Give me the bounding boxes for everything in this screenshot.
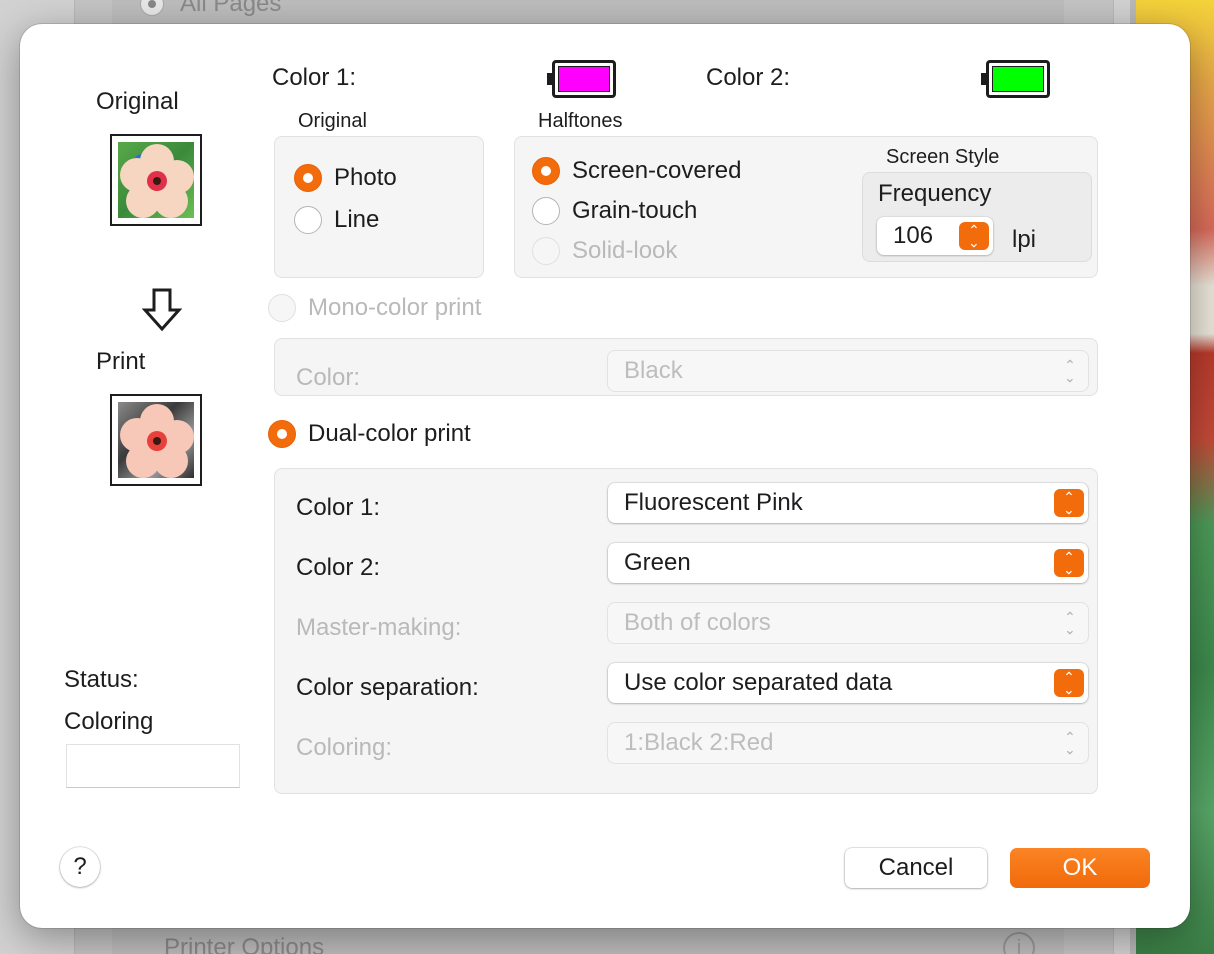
color1-swatch-label: Color 1: xyxy=(272,64,357,91)
grain-touch-radio-label: Grain-touch xyxy=(572,197,698,224)
color2-swatch-label: Color 2: xyxy=(706,64,791,91)
master-making-select: Both of colors ⌃ ⌃ xyxy=(608,603,1088,643)
screen-covered-radio-button[interactable] xyxy=(532,157,560,185)
solid-look-radio-button xyxy=(532,237,560,265)
mono-color-radio-button xyxy=(268,294,296,322)
frequency-value: 106 xyxy=(893,222,934,249)
line-radio-label: Line xyxy=(334,206,380,233)
original-thumbnail xyxy=(110,134,202,226)
frequency-stepper[interactable]: 106 ⌃ ⌃ xyxy=(877,217,993,255)
master-making-label: Master-making: xyxy=(296,614,462,641)
photo-radio-label: Photo xyxy=(334,164,397,191)
background-all-pages-label: All Pages xyxy=(180,0,282,17)
mono-color-select: Black ⌃ ⌃ xyxy=(608,351,1088,391)
frequency-unit: lpi xyxy=(1012,226,1037,253)
color-separation-select[interactable]: Use color separated data ⌃ ⌃ xyxy=(608,663,1088,703)
status-progress-field xyxy=(66,744,240,788)
screen-covered-radio[interactable]: Screen-covered xyxy=(532,157,741,185)
help-button[interactable]: ? xyxy=(60,847,100,887)
photo-radio-button[interactable] xyxy=(294,164,322,192)
print-preview-label: Print xyxy=(96,348,146,375)
mono-color-radio-label: Mono-color print xyxy=(308,294,482,321)
solid-look-radio: Solid-look xyxy=(532,237,677,265)
grain-touch-radio-button[interactable] xyxy=(532,197,560,225)
print-thumbnail xyxy=(110,394,202,486)
original-group-title: Original xyxy=(298,110,367,132)
line-radio[interactable]: Line xyxy=(294,206,379,234)
dual-color1-select-chevron-icon[interactable]: ⌃ ⌃ xyxy=(1054,489,1084,517)
screen-covered-radio-label: Screen-covered xyxy=(572,157,742,184)
original-preview-label: Original xyxy=(96,88,179,115)
master-making-chevron-icon: ⌃ ⌃ xyxy=(1064,609,1076,637)
dual-color1-label: Color 1: xyxy=(296,494,381,521)
dual-color2-label: Color 2: xyxy=(296,554,381,581)
mono-color-select-chevron-icon: ⌃ ⌃ xyxy=(1064,357,1076,385)
coloring-select-value: 1:Black 2:Red xyxy=(624,729,774,756)
color2-swatch xyxy=(981,60,1050,98)
dual-color2-select-chevron-icon[interactable]: ⌃ ⌃ xyxy=(1054,549,1084,577)
coloring-chevron-icon: ⌃ ⌃ xyxy=(1064,729,1076,757)
dual-color1-select-value: Fluorescent Pink xyxy=(624,489,803,516)
halftones-group-title: Halftones xyxy=(538,110,623,132)
dual-color-radio-label: Dual-color print xyxy=(308,420,471,447)
color-separation-select-value: Use color separated data xyxy=(624,669,893,696)
color-separation-label: Color separation: xyxy=(296,674,479,701)
solid-look-radio-label: Solid-look xyxy=(572,237,678,264)
status-label: Status: xyxy=(64,666,139,693)
color1-swatch xyxy=(547,60,616,98)
cancel-button[interactable]: Cancel xyxy=(845,848,987,888)
grain-touch-radio[interactable]: Grain-touch xyxy=(532,197,697,225)
dual-color-radio-button[interactable] xyxy=(268,420,296,448)
mono-color-select-value: Black xyxy=(624,357,683,384)
ok-button[interactable]: OK xyxy=(1010,848,1150,888)
line-radio-button[interactable] xyxy=(294,206,322,234)
coloring-select: 1:Black 2:Red ⌃ ⌃ xyxy=(608,723,1088,763)
down-arrow-icon xyxy=(141,288,183,332)
status-value: Coloring xyxy=(64,708,154,735)
frequency-stepper-arrows[interactable]: ⌃ ⌃ xyxy=(959,222,989,250)
photo-radio[interactable]: Photo xyxy=(294,164,397,192)
mono-color-label: Color: xyxy=(296,364,361,391)
dual-color-radio[interactable]: Dual-color print xyxy=(268,420,471,448)
dual-color-dialog: Original Print Color 1: Color 2: Origina… xyxy=(20,24,1190,928)
mono-color-radio: Mono-color print xyxy=(268,294,481,322)
color-separation-chevron-icon[interactable]: ⌃ ⌃ xyxy=(1054,669,1084,697)
dual-color2-select[interactable]: Green ⌃ ⌃ xyxy=(608,543,1088,583)
frequency-label: Frequency xyxy=(878,180,992,207)
master-making-select-value: Both of colors xyxy=(624,609,771,636)
background-printer-options-label: Printer Options xyxy=(164,934,325,954)
screen-style-title: Screen Style xyxy=(886,146,1000,168)
dual-color2-select-value: Green xyxy=(624,549,691,576)
coloring-label: Coloring: xyxy=(296,734,393,761)
dual-color1-select[interactable]: Fluorescent Pink ⌃ ⌃ xyxy=(608,483,1088,523)
